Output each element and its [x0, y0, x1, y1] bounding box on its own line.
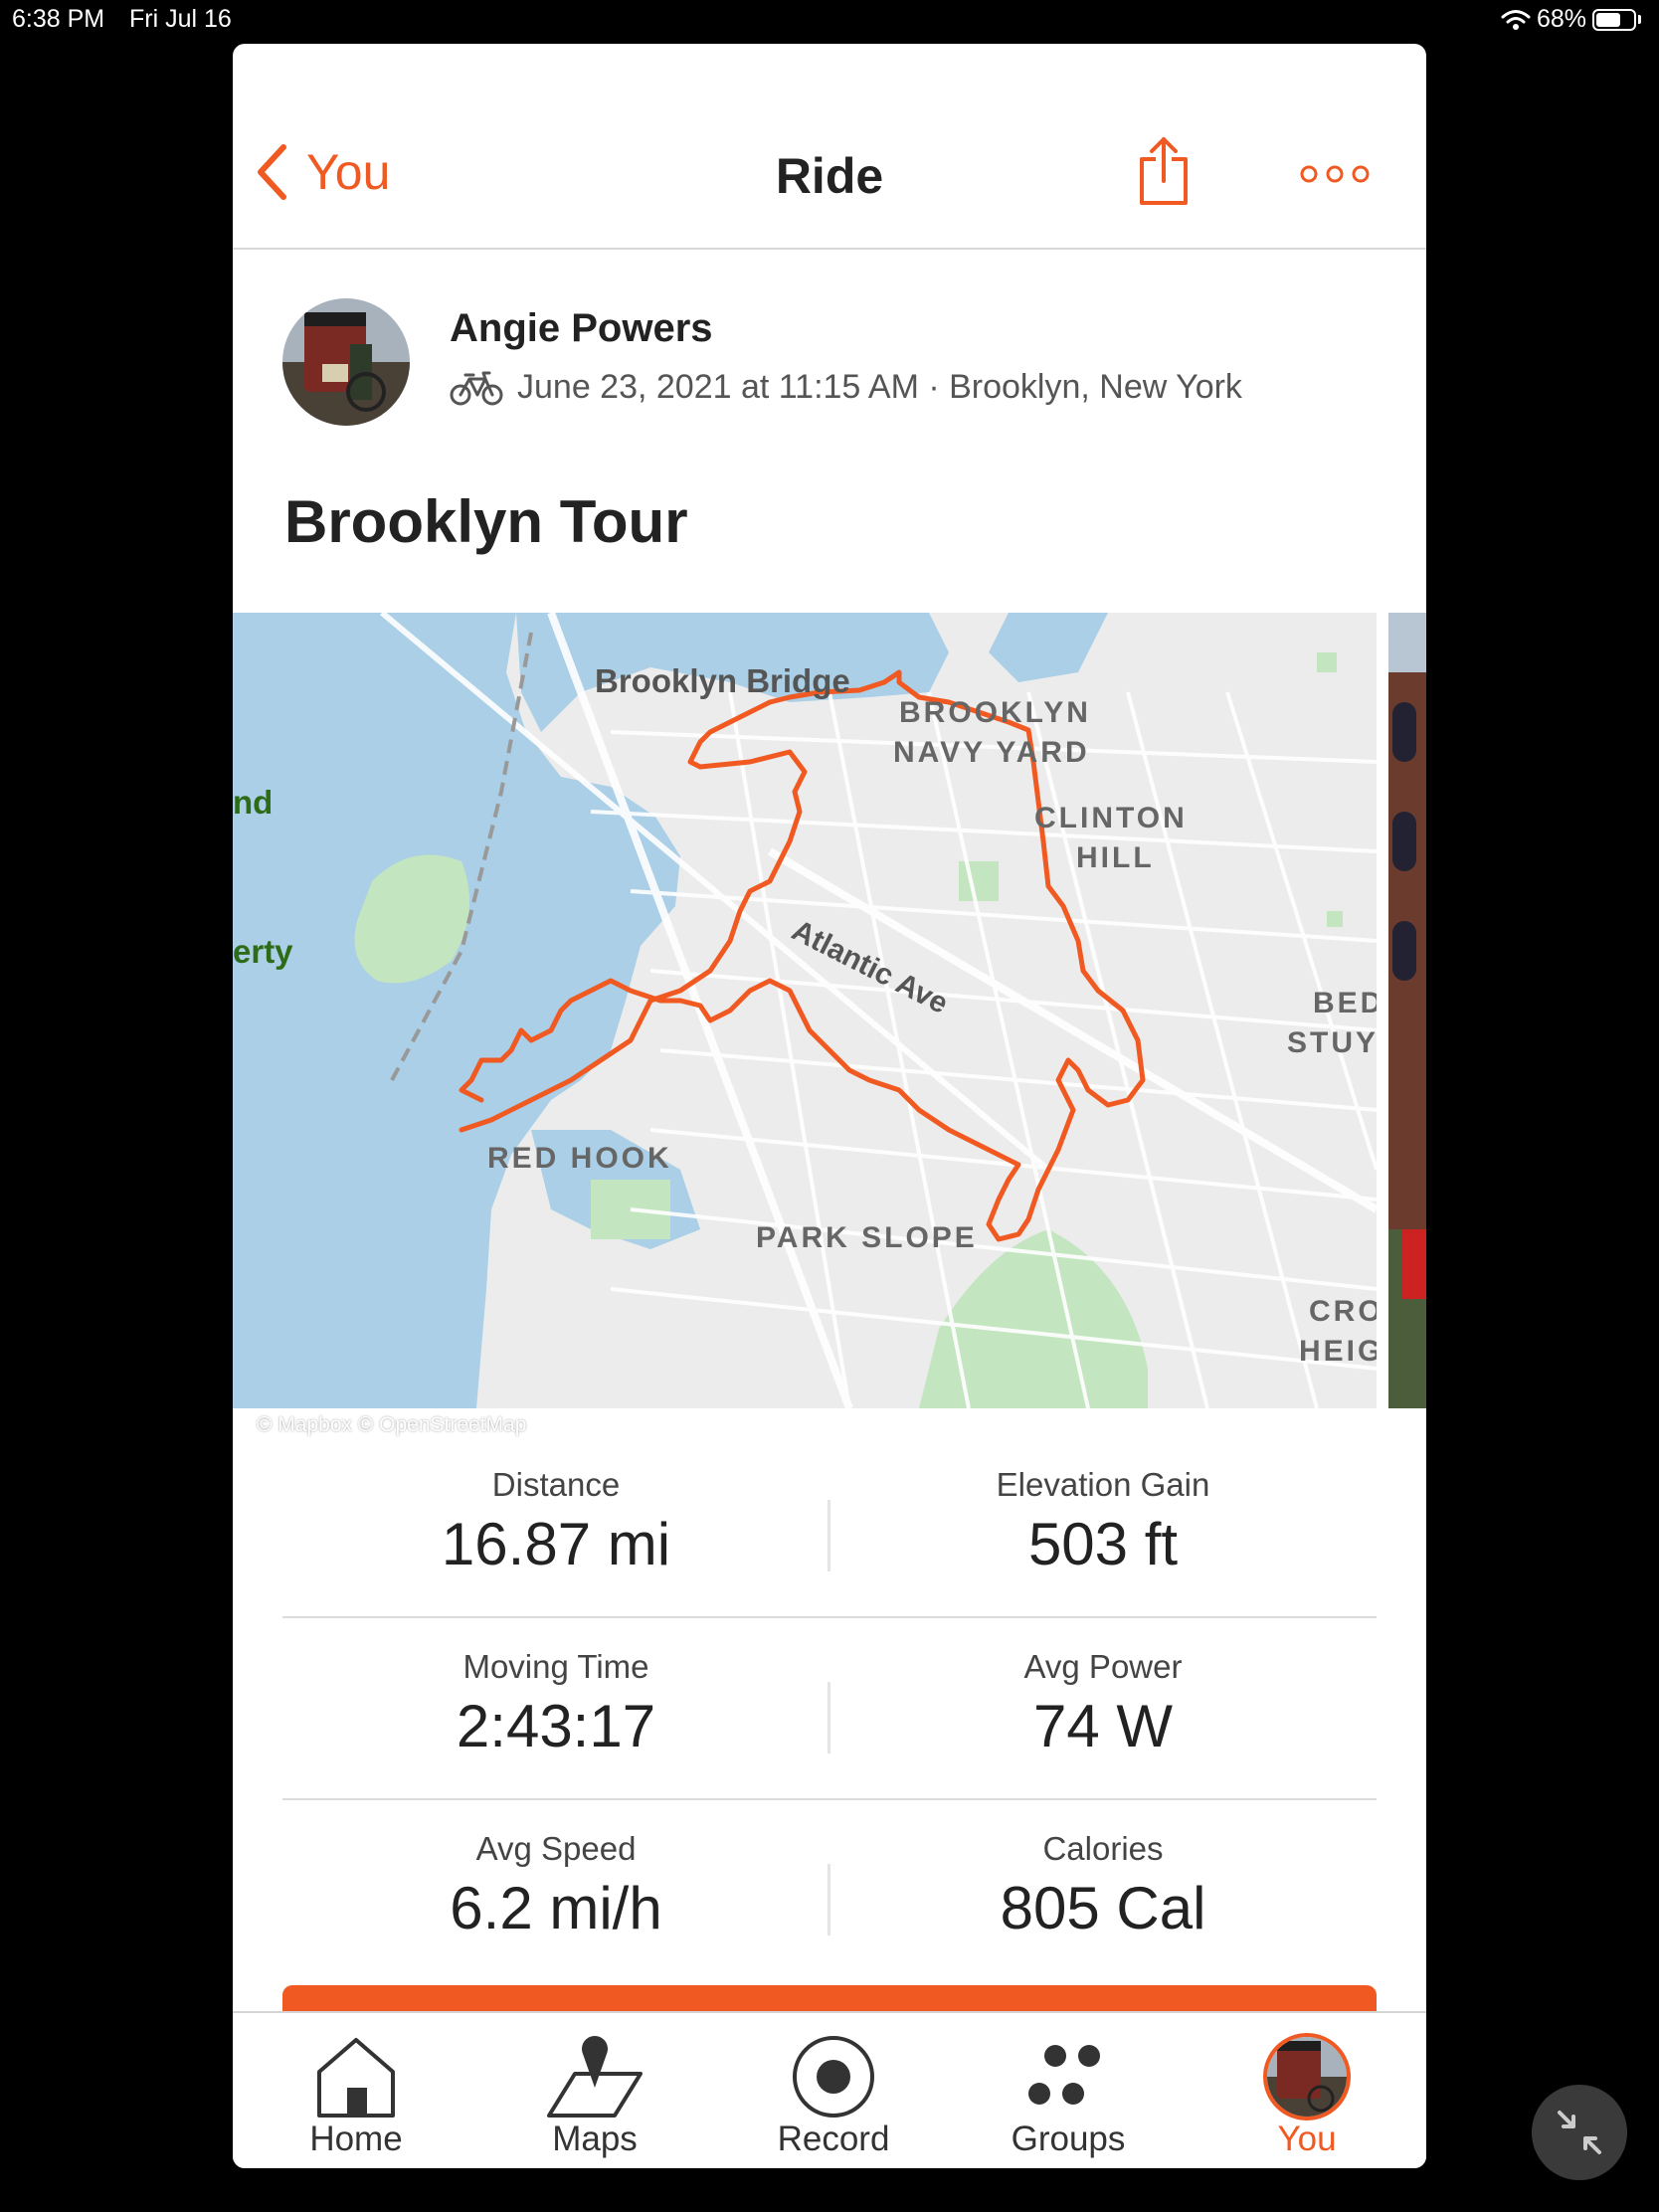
stat-label: Distance	[491, 1466, 621, 1503]
stats-grid: Distance 16.87 mi Elevation Gain 503 ft …	[282, 1436, 1377, 1980]
stat-value: 503 ft	[1027, 1511, 1179, 1577]
stat-label: Elevation Gain	[996, 1466, 1210, 1503]
bike-icon	[450, 371, 503, 405]
map-label: Brooklyn Bridge	[595, 662, 850, 699]
stat-label: Avg Speed	[475, 1830, 637, 1867]
tab-bar: Home Maps Record Groups You	[233, 2011, 1426, 2168]
status-indicators: 68%	[1501, 5, 1641, 34]
stat-value: 16.87 mi	[441, 1511, 671, 1577]
athlete-header: Angie Powers June 23, 2021 at 11:15 AM ·…	[282, 298, 1377, 428]
route-map[interactable]: Brooklyn Bridge BROOKLYN NAVY YARD CLINT…	[233, 613, 1377, 1408]
more-button[interactable]	[1299, 163, 1371, 190]
status-date: Fri Jul 16	[129, 5, 232, 33]
park-patch	[1317, 652, 1337, 672]
stat-avg-power: Avg Power 74 W	[830, 1618, 1377, 1798]
tab-label: Groups	[1011, 2120, 1126, 2158]
map-attribution: © Mapbox © OpenStreetMap	[257, 1413, 527, 1436]
park-patch	[1327, 911, 1343, 927]
tab-you[interactable]: You	[1188, 2013, 1426, 2168]
activity-title: Brooklyn Tour	[284, 488, 688, 555]
wifi-icon	[1501, 9, 1531, 30]
map-label: HEIG	[1299, 1335, 1377, 1368]
tab-groups[interactable]: Groups	[949, 2013, 1188, 2168]
home-icon	[317, 2038, 395, 2118]
park-patch	[959, 861, 999, 901]
stat-row: Moving Time 2:43:17 Avg Power 74 W	[282, 1618, 1377, 1800]
map-label: CRO	[1309, 1295, 1377, 1328]
share-icon	[1140, 137, 1188, 205]
battery-percent: 68%	[1536, 5, 1586, 33]
avatar	[1263, 2033, 1351, 2120]
stat-elevation-gain: Elevation Gain 503 ft	[830, 1436, 1377, 1616]
tab-maps[interactable]: Maps	[475, 2013, 714, 2168]
athlete-name[interactable]: Angie Powers	[450, 306, 713, 351]
tab-home[interactable]: Home	[237, 2013, 475, 2168]
activity-screen: You Ride Angie Powers June 23, 2021 at 1…	[233, 44, 1426, 2168]
status-time: 6:38 PM	[12, 5, 105, 33]
record-icon	[793, 2036, 874, 2118]
status-bar: 6:38 PM Fri Jul 16 68%	[0, 0, 1659, 40]
map-pin-icon	[547, 2036, 643, 2118]
activity-meta-text: June 23, 2021 at 11:15 AM · Brooklyn, Ne…	[517, 368, 1242, 406]
map-label: BED	[1313, 987, 1377, 1019]
map-label: PARK SLOPE	[756, 1221, 978, 1254]
stat-moving-time: Moving Time 2:43:17	[282, 1618, 830, 1798]
map-label: BROOKLYN	[899, 696, 1091, 729]
minimize-button[interactable]	[1532, 2085, 1627, 2180]
nav-bar: You Ride	[233, 44, 1426, 250]
tab-label: Home	[309, 2120, 403, 2158]
map-label: HILL	[1076, 841, 1155, 874]
tab-label: Maps	[552, 2120, 638, 2158]
map-canvas: Brooklyn Bridge BROOKLYN NAVY YARD CLINT…	[233, 613, 1377, 1408]
stat-value: 74 W	[1032, 1693, 1174, 1759]
photo-thumbnail[interactable]	[1388, 613, 1426, 1408]
tab-label: You	[1277, 2120, 1337, 2158]
tab-label: Record	[777, 2120, 890, 2158]
page-title: Ride	[775, 148, 884, 204]
stat-distance: Distance 16.87 mi	[282, 1436, 830, 1616]
stat-label: Avg Power	[1023, 1648, 1183, 1685]
map-label: NAVY YARD	[893, 736, 1090, 769]
map-label: erty	[233, 933, 293, 970]
stat-label: Calories	[1042, 1830, 1164, 1867]
stat-value: 805 Cal	[1000, 1875, 1206, 1941]
stat-row: Distance 16.87 mi Elevation Gain 503 ft	[282, 1436, 1377, 1618]
stat-row: Avg Speed 6.2 mi/h Calories 805 Cal	[282, 1800, 1377, 1980]
stat-value: 6.2 mi/h	[450, 1875, 662, 1941]
stat-avg-speed: Avg Speed 6.2 mi/h	[282, 1800, 830, 1980]
map-label: RED HOOK	[487, 1142, 672, 1175]
avatar[interactable]	[282, 298, 410, 426]
map-label: nd	[233, 784, 273, 821]
map-label: STUY	[1287, 1026, 1377, 1059]
stat-label: Moving Time	[462, 1648, 649, 1685]
stat-calories: Calories 805 Cal	[830, 1800, 1377, 1980]
map-label: CLINTON	[1034, 802, 1188, 834]
stat-value: 2:43:17	[456, 1693, 656, 1759]
collapse-arrows-icon	[1558, 2111, 1601, 2154]
share-button[interactable]	[1136, 135, 1192, 212]
tab-record[interactable]: Record	[714, 2013, 953, 2168]
battery-icon	[1592, 8, 1636, 31]
groups-icon	[1028, 2045, 1100, 2105]
activity-meta: June 23, 2021 at 11:15 AM · Brooklyn, Ne…	[450, 368, 1242, 407]
more-icon	[1300, 165, 1370, 183]
